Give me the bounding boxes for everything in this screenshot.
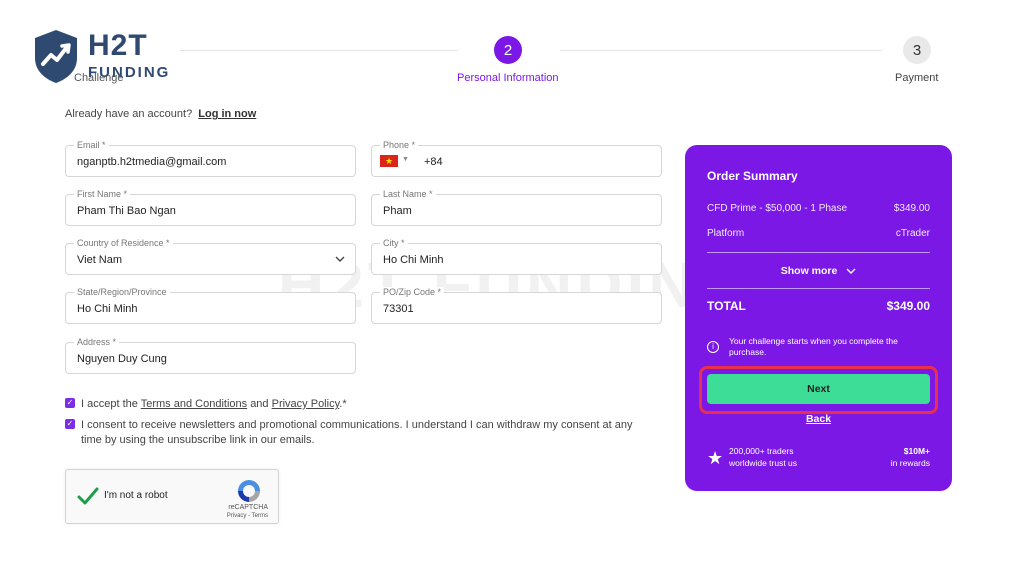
platform-row: Platform cTrader: [707, 228, 930, 239]
vietnam-flag-icon[interactable]: ★: [380, 155, 398, 167]
zip-field[interactable]: PO/Zip Code * 73301: [371, 287, 662, 324]
stepper-line-2: [560, 50, 882, 51]
newsletter-checkbox[interactable]: ✓: [65, 419, 75, 429]
star-icon: ★: [707, 448, 724, 468]
zip-label: PO/Zip Code *: [380, 287, 445, 298]
order-item-price: $349.00: [893, 203, 930, 214]
platform-label: Platform: [707, 228, 745, 239]
step-circle-personal-information: 2: [494, 36, 522, 64]
country-label: Country of Residence *: [74, 238, 173, 249]
city-value: Ho Chi Minh: [383, 254, 444, 266]
phone-field[interactable]: Phone * ★ ▼ +84: [371, 140, 662, 177]
login-prompt: Already have an account? Log in now: [65, 108, 256, 120]
logo-title: H2T: [88, 29, 148, 62]
zip-value: 73301: [383, 303, 414, 315]
login-prompt-text: Already have an account?: [65, 108, 193, 120]
checkmark-icon[interactable]: [76, 484, 100, 508]
phone-label: Phone *: [380, 140, 419, 151]
privacy-policy-link[interactable]: Privacy Policy: [272, 398, 340, 410]
order-item-name: CFD Prime - $50,000 - 1 Phase: [707, 203, 848, 214]
traders-trust-text: worldwide trust us: [729, 458, 798, 468]
order-summary-panel: Order Summary CFD Prime - $50,000 - 1 Ph…: [685, 145, 952, 491]
stepper-line-1: [180, 50, 458, 51]
shield-chart-icon: [35, 30, 77, 83]
address-value: Nguyen Duy Cung: [77, 353, 167, 365]
info-icon: i: [707, 341, 719, 353]
traders-count: 200,000+ traders: [729, 446, 794, 456]
total-row: TOTAL $349.00: [707, 299, 930, 313]
terms-and: and: [250, 398, 269, 410]
newsletter-consent-text: I consent to receive newsletters and pro…: [81, 419, 633, 446]
step-label-payment[interactable]: Payment: [895, 71, 938, 85]
chevron-down-icon: [846, 268, 856, 274]
first-name-label: First Name *: [74, 189, 131, 200]
last-name-label: Last Name *: [380, 189, 436, 200]
city-field[interactable]: City * Ho Chi Minh: [371, 238, 662, 275]
total-label: TOTAL: [707, 299, 746, 313]
terms-checkbox[interactable]: ✓: [65, 398, 75, 408]
address-field[interactable]: Address * Nguyen Duy Cung: [65, 337, 356, 374]
terms-suffix: .*: [339, 398, 347, 410]
email-value: nganptb.h2tmedia@gmail.com: [77, 156, 227, 168]
state-label: State/Region/Province: [74, 287, 170, 298]
challenge-info-text: Your challenge starts when you complete …: [729, 336, 898, 357]
terms-link[interactable]: Terms and Conditions: [141, 398, 247, 410]
chevron-down-icon[interactable]: [335, 255, 345, 263]
state-value: Ho Chi Minh: [77, 303, 138, 315]
show-more-toggle[interactable]: Show more: [685, 265, 952, 277]
country-value: Viet Nam: [77, 254, 123, 266]
country-select[interactable]: Country of Residence * Viet Nam: [65, 238, 356, 275]
first-name-field[interactable]: First Name * Pham Thi Bao Ngan: [65, 189, 356, 226]
step-label-challenge[interactable]: Challenge: [74, 71, 124, 85]
recaptcha-logo-icon: [238, 480, 260, 502]
next-button[interactable]: Next: [707, 374, 930, 404]
email-label: Email *: [74, 140, 109, 151]
rewards-label: in rewards: [890, 458, 930, 468]
last-name-field[interactable]: Last Name * Pham: [371, 189, 662, 226]
show-more-label: Show more: [780, 265, 838, 277]
terms-consent-text: I accept the Terms and Conditions and Pr…: [81, 397, 347, 412]
recaptcha-brand: reCAPTCHA: [228, 504, 268, 511]
first-name-value: Pham Thi Bao Ngan: [77, 205, 176, 217]
terms-consent-row: ✓ I accept the Terms and Conditions and …: [65, 397, 665, 413]
recaptcha-terms-link[interactable]: Privacy - Terms: [227, 513, 268, 519]
rewards-value: $10M+: [903, 446, 930, 456]
phone-value: +84: [424, 156, 443, 168]
login-link[interactable]: Log in now: [198, 108, 256, 120]
address-label: Address *: [74, 337, 120, 348]
recaptcha-label: I'm not a robot: [104, 490, 168, 501]
total-value: $349.00: [886, 299, 930, 313]
step-label-personal-information[interactable]: Personal Information: [457, 71, 559, 85]
order-item-row: CFD Prime - $50,000 - 1 Phase $349.00: [707, 203, 930, 214]
platform-value: cTrader: [895, 228, 930, 239]
city-label: City *: [380, 238, 408, 249]
newsletter-consent-row: ✓ I consent to receive newsletters and p…: [65, 418, 655, 450]
state-field[interactable]: State/Region/Province Ho Chi Minh: [65, 287, 356, 324]
back-link[interactable]: Back: [685, 413, 952, 425]
rewards-info: $10M+ in rewards: [891, 445, 930, 469]
summary-divider-2: [707, 288, 930, 289]
recaptcha-widget[interactable]: I'm not a robot reCAPTCHA Privacy - Term…: [65, 469, 279, 524]
step-circle-payment: 3: [903, 36, 931, 64]
email-field[interactable]: Email * nganptb.h2tmedia@gmail.com: [65, 140, 356, 177]
order-summary-title: Order Summary: [707, 169, 798, 183]
summary-divider-1: [707, 252, 930, 253]
last-name-value: Pham: [383, 205, 412, 217]
terms-prefix: I accept the: [81, 398, 138, 410]
caret-down-icon[interactable]: ▼: [402, 156, 409, 163]
